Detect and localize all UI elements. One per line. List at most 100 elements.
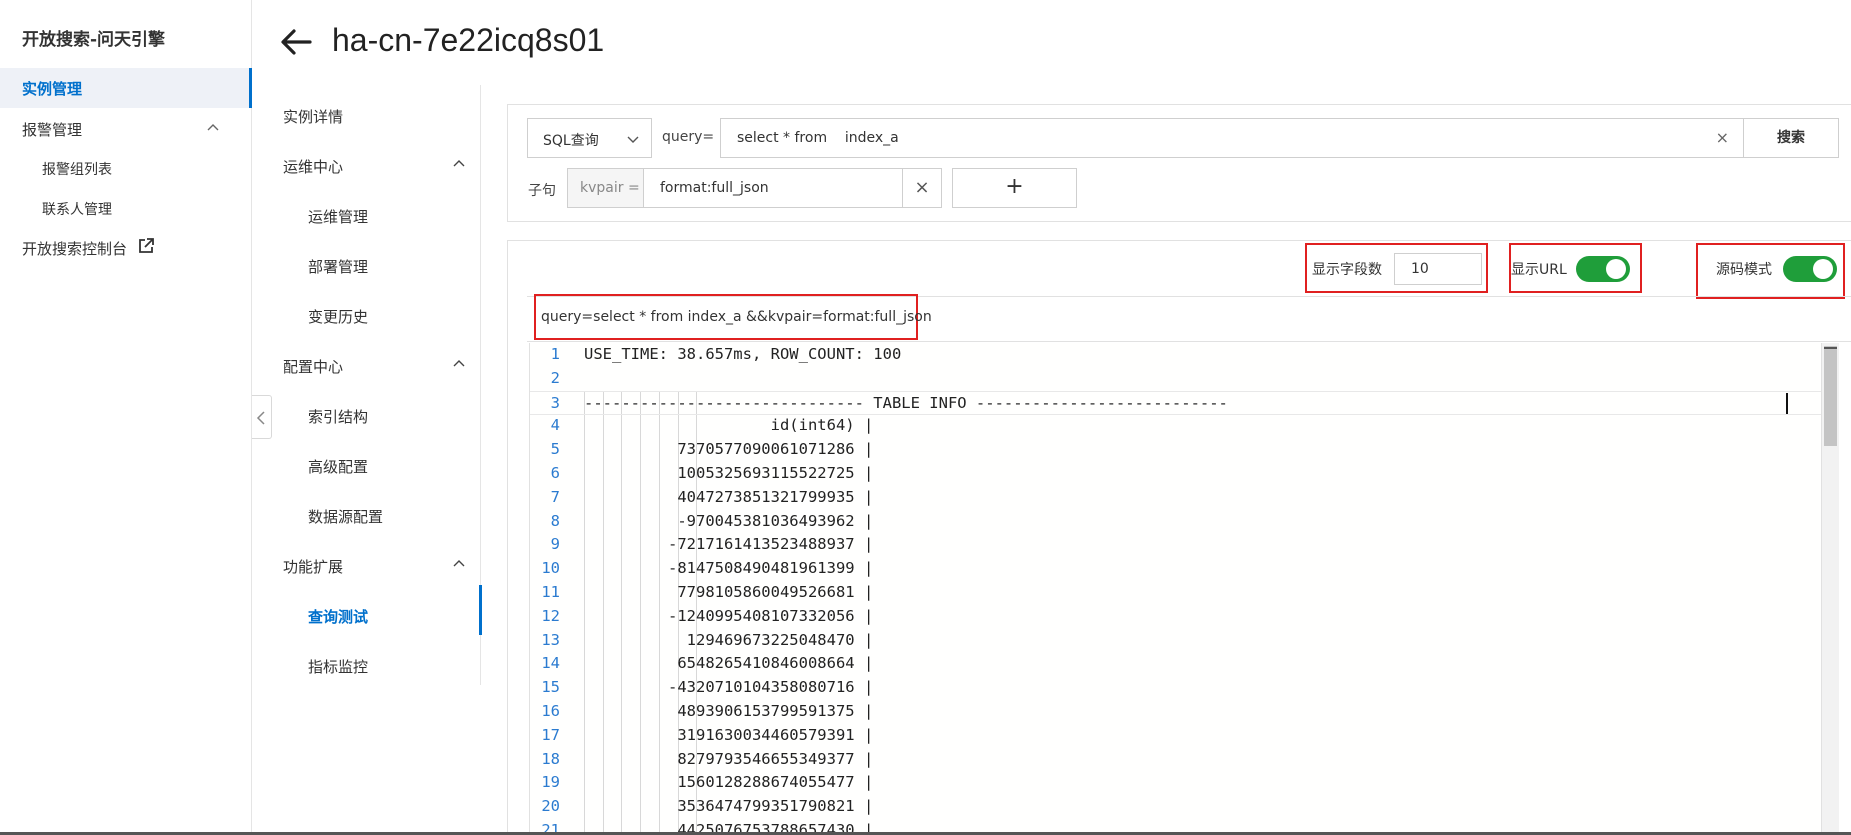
back-arrow-icon[interactable] [280, 28, 312, 56]
query-url-text: query=select * from index_a &&kvpair=for… [541, 309, 932, 325]
remove-clause-button[interactable]: × [902, 168, 942, 208]
code-text: -4320710104358080716 | [584, 678, 874, 697]
line-number: 4 [550, 416, 560, 435]
code-text: 129469673225048470 | [584, 630, 874, 649]
line-number: 1 [550, 345, 560, 363]
active-indicator [479, 585, 482, 635]
code-text: -1240995408107332056 | [584, 606, 874, 625]
chevron-down-icon [627, 136, 639, 143]
clause-key-value: kvpair = [580, 180, 640, 196]
toggle-knob [1606, 259, 1626, 279]
display-fields-input[interactable]: 10 [1394, 253, 1482, 285]
code-text: 4047273851321799935 | [584, 487, 874, 506]
sidebar-item-label: 开放搜索控制台 [22, 240, 128, 258]
code-line: 9 -7217161413523488937 | [530, 533, 1821, 557]
nav-group-extensions[interactable]: 功能扩展 [283, 556, 343, 577]
brand-title: 开放搜索-问天引擎 [22, 30, 166, 50]
line-number: 15 [541, 678, 560, 697]
nav-instance-detail[interactable]: 实例详情 [283, 106, 343, 127]
code-text: USE_TIME: 38.657ms, ROW_COUNT: 100 [584, 345, 902, 363]
line-number: 13 [541, 630, 560, 649]
line-number: 10 [541, 559, 560, 578]
code-text: 7370577090061071286 | [584, 440, 874, 459]
code-line: 5 7370577090061071286 | [530, 438, 1821, 462]
clause-value-text: format:full_json [660, 180, 769, 196]
code-text: 8279793546655349377 | [584, 749, 874, 768]
instance-nav: 实例详情 运维中心 运维管理 部署管理 变更历史 配置中心 索引结构 高级配置 … [253, 85, 482, 685]
line-number: 17 [541, 725, 560, 744]
line-number: 19 [541, 773, 560, 792]
clause-label: 子句 [528, 183, 556, 199]
line-number: 11 [541, 583, 560, 601]
external-link-icon [139, 238, 154, 253]
sidebar-item-instance-management[interactable]: 实例管理 [0, 68, 252, 108]
code-line: 8 -970045381036493962 | [530, 510, 1821, 534]
line-number: 16 [541, 702, 560, 720]
code-line: 17 3191630034460579391 | [530, 724, 1821, 748]
show-url-label: 显示URL [1511, 262, 1567, 278]
code-text: 6548265410846008664 | [584, 654, 874, 673]
code-text: id(int64) | [584, 416, 874, 435]
code-text: -7217161413523488937 | [584, 535, 874, 554]
nav-metrics-monitor[interactable]: 指标监控 [308, 656, 368, 677]
query-type-value: SQL查询 [543, 133, 599, 149]
result-code-editor[interactable]: 1 USE_TIME: 38.657ms, ROW_COUNT: 100 2 3 ---… [529, 343, 1821, 835]
code-text: 3536474799351790821 | [584, 797, 874, 816]
chevron-up-icon[interactable] [207, 122, 219, 134]
add-clause-button[interactable]: + [952, 168, 1077, 208]
line-number: 2 [550, 368, 560, 387]
code-text: -970045381036493962 | [584, 511, 874, 530]
nav-deploy-manage[interactable]: 部署管理 [308, 256, 368, 277]
code-text: 1560128288674055477 | [584, 773, 874, 792]
source-mode-toggle[interactable] [1783, 256, 1837, 282]
code-line: 14 6548265410846008664 | [530, 652, 1821, 676]
display-fields-value: 10 [1411, 261, 1429, 277]
code-line: 3 ------------------------------ TABLE IN… [530, 390, 1821, 415]
clause-key-select[interactable]: kvpair = [567, 168, 644, 208]
line-number: 7 [550, 487, 560, 506]
left-sidebar: 开放搜索-问天引擎 实例管理 报警管理 报警组列表 联系人管理 开放搜索控制台 [0, 0, 252, 835]
clause-value-input[interactable]: format:full_json [643, 168, 903, 208]
sidebar-item-console-link[interactable]: 开放搜索控制台 [22, 238, 154, 259]
search-button[interactable]: 搜索 [1743, 118, 1839, 158]
chevron-up-icon[interactable] [453, 558, 465, 570]
nav-advanced-config[interactable]: 高级配置 [308, 456, 368, 477]
nav-change-history[interactable]: 变更历史 [308, 306, 368, 327]
code-text: ------------------------------ TABLE INF… [584, 393, 1228, 412]
nav-ops-manage[interactable]: 运维管理 [308, 206, 368, 227]
sidebar-item-alarm-management[interactable]: 报警管理 [22, 119, 82, 140]
vertical-scrollbar[interactable] [1821, 343, 1839, 835]
page-title: ha-cn-7e22icq8s01 [332, 22, 605, 58]
code-text: 1005325693115522725 | [584, 464, 874, 482]
sidebar-item-contacts[interactable]: 联系人管理 [42, 199, 112, 219]
line-number: 9 [550, 535, 560, 554]
code-line: 4 id(int64) | [530, 414, 1821, 438]
code-line: 7 4047273851321799935 | [530, 486, 1821, 510]
chevron-up-icon[interactable] [453, 158, 465, 170]
query-type-select[interactable]: SQL查询 [527, 118, 652, 158]
line-number: 20 [541, 797, 560, 816]
code-text: 4893906153799591375 | [584, 702, 874, 720]
chevron-up-icon[interactable] [453, 358, 465, 370]
nav-datasource-config[interactable]: 数据源配置 [308, 506, 383, 527]
line-number: 12 [541, 606, 560, 625]
code-line: 13 129469673225048470 | [530, 629, 1821, 653]
nav-query-test[interactable]: 查询测试 [308, 606, 368, 627]
show-url-toggle[interactable] [1576, 256, 1630, 282]
scrollbar-thumb[interactable] [1824, 346, 1837, 446]
code-line: 16 4893906153799591375 | [530, 700, 1821, 724]
query-input[interactable]: select * from index_a × [720, 118, 1744, 158]
line-number: 14 [541, 654, 560, 673]
code-line: 11 7798105860049526681 | [530, 581, 1821, 605]
toggle-knob [1813, 259, 1833, 279]
nav-index-structure[interactable]: 索引结构 [308, 406, 368, 427]
source-mode-label: 源码模式 [1716, 262, 1772, 278]
nav-group-ops-center[interactable]: 运维中心 [283, 156, 343, 177]
sidebar-item-alarm-groups[interactable]: 报警组列表 [42, 159, 112, 179]
code-text: 3191630034460579391 | [584, 725, 874, 744]
code-text: 7798105860049526681 | [584, 583, 874, 601]
nav-group-config-center[interactable]: 配置中心 [283, 356, 343, 377]
clear-icon[interactable]: × [1716, 128, 1729, 147]
code-line: 6 1005325693115522725 | [530, 462, 1821, 486]
code-line: 19 1560128288674055477 | [530, 771, 1821, 795]
